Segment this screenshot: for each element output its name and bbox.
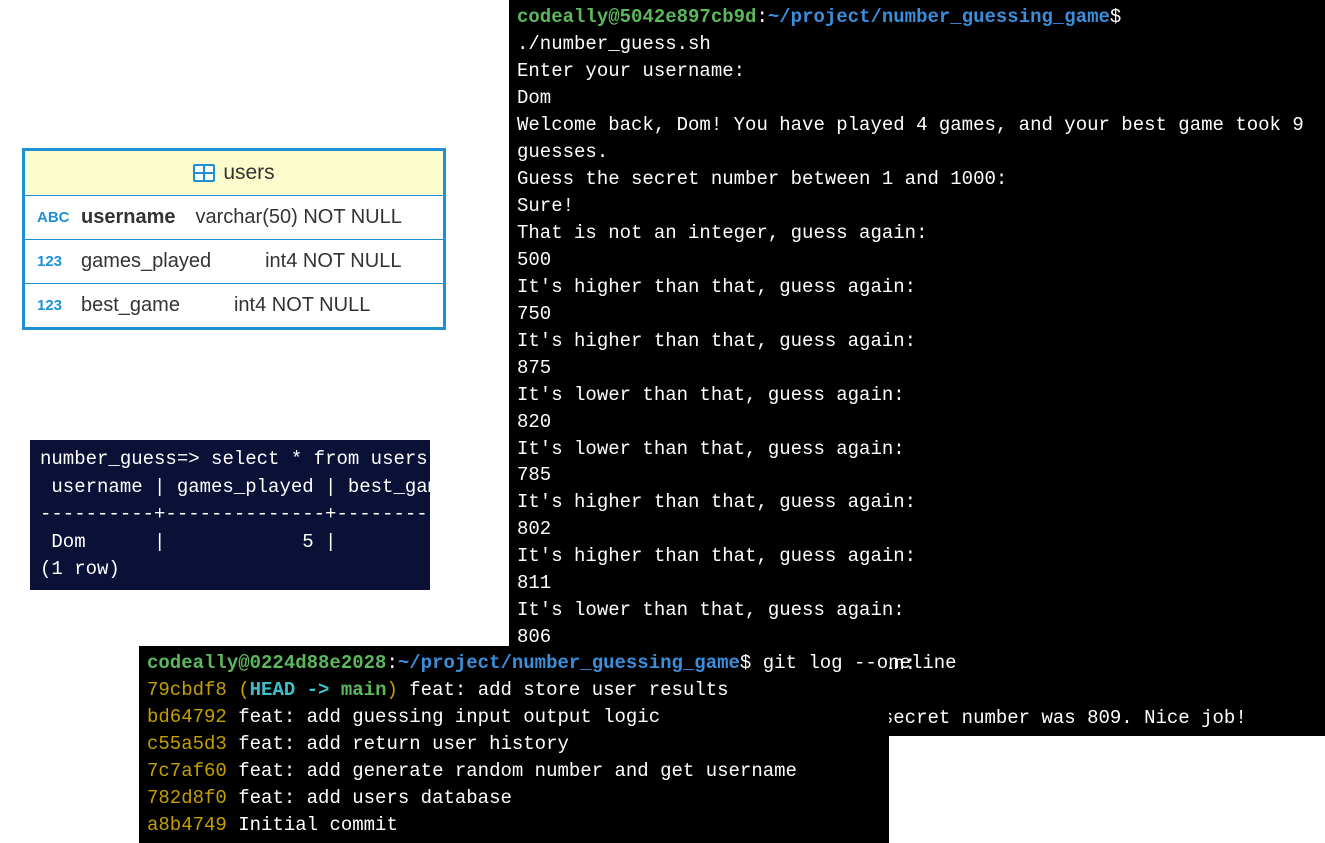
column-name: username [81, 206, 176, 229]
term-output: Enter your username: Dom Welcome back, D… [517, 60, 1315, 729]
commit-hash: c55a5d3 [147, 733, 227, 755]
term-path: ~/project/number_guessing_game [768, 6, 1110, 28]
git-commit-line: bd64792 feat: add guessing input output … [147, 706, 660, 728]
commit-hash: 79cbdf8 [147, 679, 227, 701]
commit-hash: a8b4749 [147, 814, 227, 836]
table-icon [193, 164, 215, 182]
column-type: varchar(50) NOT NULL [196, 206, 402, 229]
column-type: int4 NOT NULL [234, 294, 370, 317]
commit-msg: feat: add return user history [238, 733, 569, 755]
bash-terminal[interactable]: codeally@5042e897cb9d:~/project/number_g… [509, 0, 1325, 736]
sql-query: select * from users ; [211, 448, 450, 470]
commit-hash: bd64792 [147, 706, 227, 728]
git-terminal[interactable]: codeally@0224d88e2028:~/project/number_g… [139, 646, 889, 843]
db-schema-table: users ABC username varchar(50) NOT NULL 123… [22, 148, 446, 330]
commit-msg: feat: add generate random number and get… [238, 760, 797, 782]
head-label: HEAD -> [250, 679, 341, 701]
git-commit-line: 7c7af60 feat: add generate random number… [147, 760, 797, 782]
git-commit-line: 782d8f0 feat: add users database [147, 787, 512, 809]
column-type: int4 NOT NULL [265, 250, 401, 273]
column-name: best_game [81, 294, 180, 317]
term-user: codeally@5042e897cb9d [517, 6, 756, 28]
sql-header: username | games_played | best_game [40, 476, 450, 498]
commit-msg: feat: add guessing input output logic [238, 706, 660, 728]
git-commit-line: a8b4749 Initial commit [147, 814, 398, 836]
type-badge: ABC [37, 209, 73, 226]
git-colon: : [386, 652, 397, 674]
paren-close: ) [386, 679, 397, 701]
table-name: users [223, 161, 274, 185]
paren-open: ( [238, 679, 249, 701]
commit-msg: feat: add store user results [409, 679, 728, 701]
schema-column-row: 123 games_played int4 NOT NULL [25, 240, 443, 284]
schema-column-row: ABC username varchar(50) NOT NULL [25, 196, 443, 240]
git-dollar: $ [740, 652, 763, 674]
type-badge: 123 [37, 253, 73, 270]
sql-prompt: number_guess=> [40, 448, 200, 470]
sql-divider: ----------+--------------+----------- [40, 503, 462, 525]
git-user: codeally@0224d88e2028 [147, 652, 386, 674]
git-commit-line: c55a5d3 feat: add return user history [147, 733, 569, 755]
git-cmd: git log --oneline [763, 652, 957, 674]
sql-result-panel: number_guess=> select * from users ; use… [30, 440, 430, 590]
commit-hash: 782d8f0 [147, 787, 227, 809]
sql-footer: (1 row) [40, 558, 120, 580]
main-label: main [341, 679, 387, 701]
git-commit-line: 79cbdf8 (HEAD -> main) feat: add store u… [147, 679, 729, 701]
git-output: 79cbdf8 (HEAD -> main) feat: add store u… [147, 679, 797, 836]
term-dollar: $ [1110, 6, 1133, 28]
commit-hash: 7c7af60 [147, 760, 227, 782]
schema-column-row: 123 best_game int4 NOT NULL [25, 284, 443, 327]
commit-msg: Initial commit [238, 814, 398, 836]
term-cmd: ./number_guess.sh [517, 33, 711, 55]
term-colon: : [756, 6, 767, 28]
column-name: games_played [81, 250, 211, 273]
sql-row: Dom | 5 | 9 [40, 531, 450, 553]
commit-msg: feat: add users database [238, 787, 512, 809]
schema-header: users [25, 151, 443, 196]
git-path: ~/project/number_guessing_game [398, 652, 740, 674]
type-badge: 123 [37, 297, 73, 314]
